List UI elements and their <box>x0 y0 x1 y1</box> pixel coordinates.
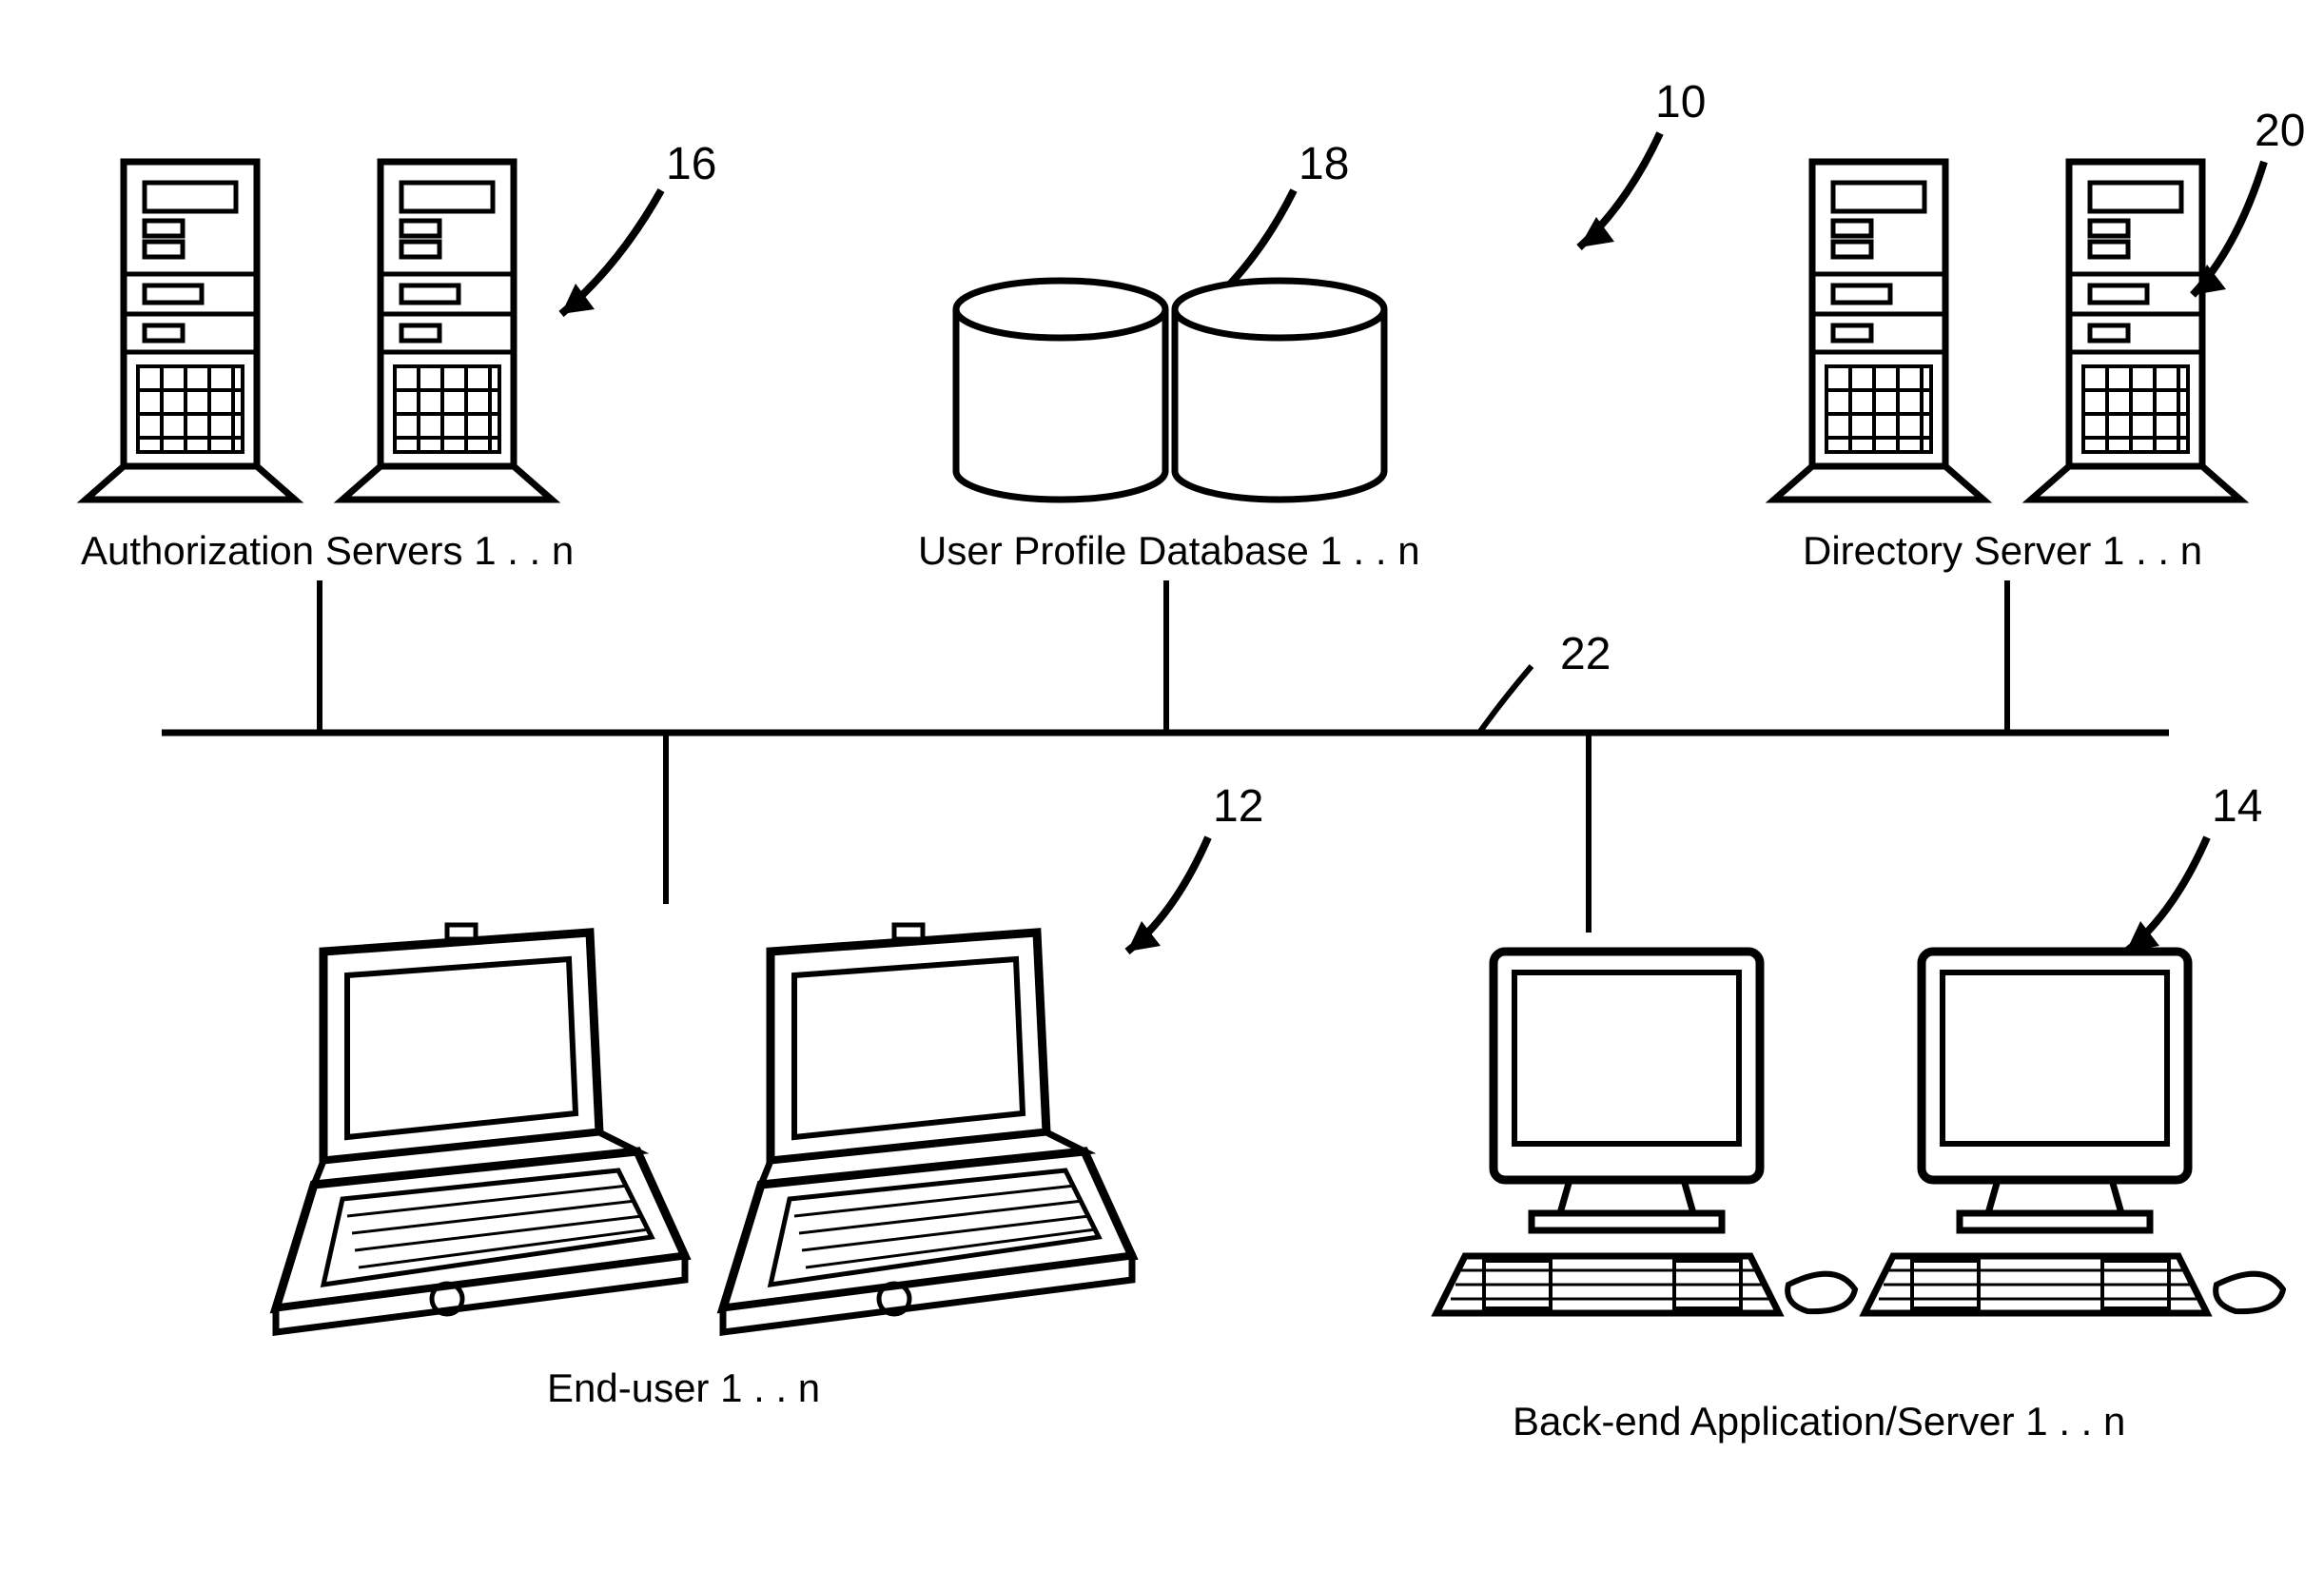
laptop-icon <box>276 925 685 1332</box>
label-auth-servers: Authorization Servers 1 . . n <box>81 528 574 574</box>
database-icon <box>1175 281 1384 500</box>
ref-14: 14 <box>2212 780 2262 833</box>
ref-10: 10 <box>1655 76 1706 128</box>
ref-18: 18 <box>1299 138 1349 190</box>
ref-22: 22 <box>1560 628 1611 680</box>
label-end-user: End-user 1 . . n <box>547 1365 820 1411</box>
ref-16: 16 <box>666 138 716 190</box>
directory-server-icon <box>1774 162 1983 500</box>
database-icon <box>956 281 1165 500</box>
label-backend: Back-end Application/Server 1 . . n <box>1513 1399 2125 1444</box>
ref-20: 20 <box>2255 105 2305 157</box>
directory-server-icon <box>2031 162 2240 500</box>
label-directory-server: Directory Server 1 . . n <box>1803 528 2202 574</box>
desktop-pc-icon <box>1865 952 2283 1313</box>
laptop-icon <box>723 925 1132 1332</box>
authorization-server-icon <box>86 162 295 500</box>
ref-12: 12 <box>1213 780 1263 833</box>
desktop-pc-icon <box>1436 952 1855 1313</box>
network-diagram <box>0 0 2324 1591</box>
authorization-server-icon <box>342 162 552 500</box>
label-user-profile-db: User Profile Database 1 . . n <box>918 528 1420 574</box>
